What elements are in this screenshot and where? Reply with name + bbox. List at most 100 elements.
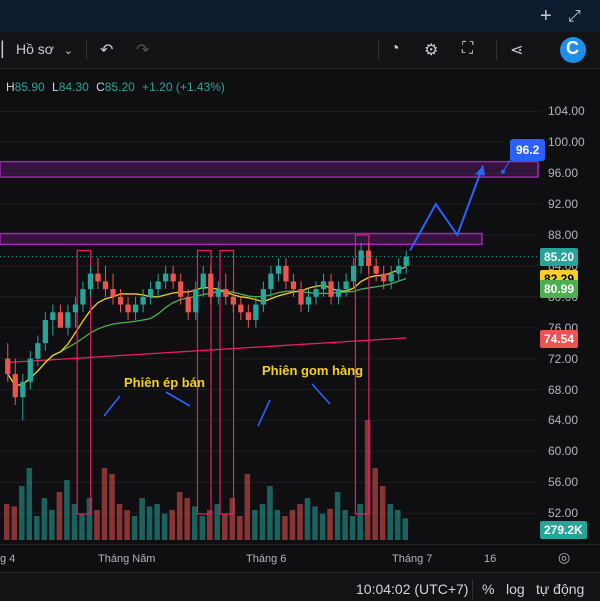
- auto-toggle[interactable]: tự động: [536, 581, 584, 597]
- price-tick-label: 92.00: [548, 197, 579, 212]
- candle-body: [200, 273, 206, 290]
- app-logo[interactable]: C: [560, 37, 586, 63]
- candle-body: [57, 312, 64, 328]
- volume-bar: [244, 474, 251, 540]
- resistance-zone: [0, 232, 483, 246]
- window-top-strip: + ⤢: [0, 0, 600, 32]
- price-badge: 74.54: [540, 330, 579, 348]
- volume-bar: [124, 510, 130, 540]
- price-tick-label: 88.00: [548, 228, 579, 243]
- time-tick-label: Tháng 6: [246, 553, 287, 565]
- volume-bar: [176, 492, 183, 540]
- log-toggle[interactable]: log: [506, 581, 525, 597]
- ohlc-legend: H85.90 L84.30 C85.20 +1.20 (+1.43%): [6, 80, 225, 94]
- volume-bar: [41, 498, 48, 540]
- target-dot: [501, 169, 505, 174]
- candle-body: [275, 265, 282, 274]
- fullscreen-icon[interactable]: ⛶: [462, 40, 473, 58]
- percent-toggle[interactable]: %: [482, 581, 494, 597]
- price-chart[interactable]: [0, 96, 540, 544]
- candle-body: [193, 289, 199, 313]
- volume-bar: [364, 420, 371, 540]
- layout-dropdown[interactable]: Hồ sơ ⌄: [16, 41, 73, 57]
- resistance-zone: [0, 160, 539, 178]
- candle-body: [147, 289, 154, 297]
- volume-bar: [64, 480, 70, 540]
- candle-body: [87, 273, 94, 290]
- logo-letter: C: [566, 38, 579, 58]
- annotation-accumulate: Phiên gom hàng: [262, 363, 364, 378]
- expand-icon[interactable]: ⤢: [568, 8, 581, 26]
- price-tick-label: 104.00: [548, 104, 585, 119]
- candle-body: [305, 296, 312, 305]
- volume-bar: [139, 498, 145, 540]
- candle-body: [320, 281, 327, 290]
- candle-body: [335, 289, 342, 297]
- candle-body: [50, 312, 56, 320]
- layout-label: Hồ sơ: [16, 41, 54, 57]
- price-tick-label: 52.00: [548, 506, 579, 521]
- volume-bar: [357, 504, 363, 540]
- undo-icon[interactable]: ↶: [100, 40, 113, 60]
- candle-body: [20, 381, 26, 398]
- gear-icon[interactable]: ⚙: [424, 40, 438, 60]
- close-value: 85.20: [104, 80, 135, 94]
- volume-bar: [34, 516, 40, 540]
- candle-body: [238, 304, 244, 313]
- close-label: C: [96, 80, 105, 94]
- candle-body: [110, 289, 116, 297]
- candle-body: [328, 281, 334, 297]
- volume-bar: [94, 510, 100, 540]
- candle-body: [72, 304, 79, 313]
- candle-body: [170, 273, 176, 282]
- annotation-press: Phiên ép bán: [124, 375, 205, 390]
- price-tick-label: 64.00: [548, 413, 579, 428]
- candle-body: [65, 312, 71, 328]
- settings-circle-icon[interactable]: ◎: [558, 549, 570, 566]
- time-tick-label: Tháng Năm: [98, 553, 156, 565]
- price-tick-label: 68.00: [548, 382, 579, 397]
- candle-body: [230, 296, 236, 305]
- volume-bar: [71, 504, 78, 540]
- volume-bar: [297, 504, 303, 540]
- price-badge: 279.2K: [540, 521, 587, 539]
- annotation-arrow: [165, 391, 191, 407]
- volume-bar: [214, 504, 221, 540]
- time-tick-label: g 4: [0, 553, 16, 565]
- volume-bar: [199, 516, 205, 540]
- volume-bar: [109, 474, 115, 540]
- compass-icon[interactable]: ◔: [390, 40, 400, 58]
- price-badge: 80.99: [540, 280, 579, 299]
- plus-icon[interactable]: +: [540, 5, 552, 28]
- time-tick-label: Tháng 7: [392, 553, 433, 565]
- candle-body: [178, 281, 184, 297]
- candle-body: [117, 296, 124, 305]
- volume-bar: [237, 516, 243, 540]
- clock-readout[interactable]: 10:04:02 (UTC+7): [356, 581, 468, 597]
- volume-bar: [56, 492, 63, 540]
- volume-bar: [259, 504, 266, 540]
- candle-body: [12, 374, 18, 398]
- redo-icon[interactable]: ↷: [136, 40, 149, 60]
- share-icon[interactable]: ⋖: [510, 40, 523, 60]
- candle-body: [27, 358, 33, 382]
- volume-bar: [79, 513, 85, 540]
- time-axis[interactable]: ◎ g 4 Tháng Năm Tháng 6 Tháng 7 16: [0, 544, 600, 571]
- high-value: 85.90: [14, 80, 45, 94]
- price-axis[interactable]: 104.00100.0096.0092.0088.0084.0080.0076.…: [510, 96, 600, 544]
- candle-body: [132, 304, 139, 313]
- candle-body: [80, 289, 86, 305]
- volume-bar: [402, 518, 408, 540]
- price-tick-label: 60.00: [548, 444, 579, 459]
- volume-bar: [184, 498, 190, 540]
- volume-bar: [304, 498, 311, 540]
- volume-bar: [191, 506, 198, 540]
- price-badge: 85.20: [540, 247, 579, 266]
- candle-body: [155, 281, 161, 290]
- candle-body: [396, 265, 402, 274]
- volume-bar: [267, 486, 273, 540]
- volume-bar: [349, 516, 356, 540]
- volume-bar: [169, 510, 175, 540]
- candle-body: [125, 304, 131, 313]
- candle-body: [290, 281, 297, 290]
